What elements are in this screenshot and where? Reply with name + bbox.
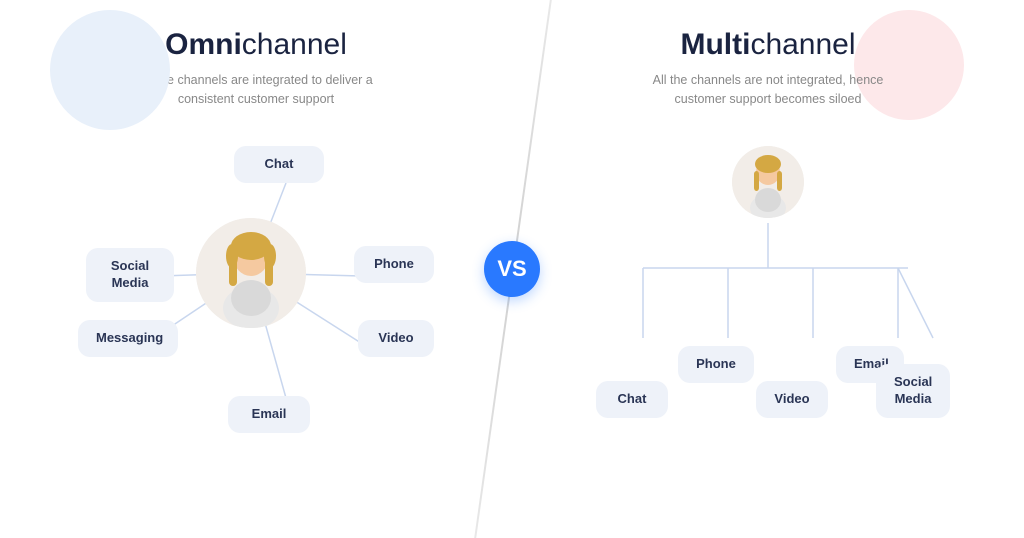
multi-avatar: [732, 146, 804, 218]
omni-video-pill: Video: [358, 320, 434, 357]
multi-video-pill: Video: [756, 381, 828, 418]
multi-title-bold: Multi: [680, 28, 750, 61]
omni-title-light: channel: [242, 28, 347, 61]
vs-badge: VS: [484, 241, 540, 297]
multi-title: Multichannel: [680, 28, 855, 61]
multi-chat-pill: Chat: [596, 381, 668, 418]
vs-divider: VS: [452, 0, 572, 538]
omni-phone-pill: Phone: [354, 246, 434, 283]
omni-avatar: [196, 218, 306, 328]
omni-avatar-image: [196, 218, 306, 328]
omni-title-bold: Omni: [165, 28, 242, 61]
omni-email-pill: Email: [228, 396, 310, 433]
multi-diagram: Chat Phone Video Email SocialMedia: [578, 128, 958, 438]
omnichannel-side: Omnichannel All the channels are integra…: [0, 0, 512, 538]
omni-messaging-pill: Messaging: [78, 320, 178, 357]
multi-phone-pill: Phone: [678, 346, 754, 383]
omni-diagram: Chat SocialMedia Messaging Phone Video E…: [66, 128, 446, 438]
multi-social-media-pill: SocialMedia: [876, 364, 950, 418]
omni-chat-pill: Chat: [234, 146, 324, 183]
multi-avatar-image: [732, 146, 804, 218]
omni-title: Omnichannel: [165, 28, 347, 61]
multi-subtitle: All the channels are not integrated, hen…: [628, 71, 908, 110]
bg-circle-left: [50, 10, 170, 130]
omni-social-media-pill: SocialMedia: [86, 248, 174, 302]
multi-title-light: channel: [750, 28, 855, 61]
multichannel-side: Multichannel All the channels are not in…: [512, 0, 1024, 538]
